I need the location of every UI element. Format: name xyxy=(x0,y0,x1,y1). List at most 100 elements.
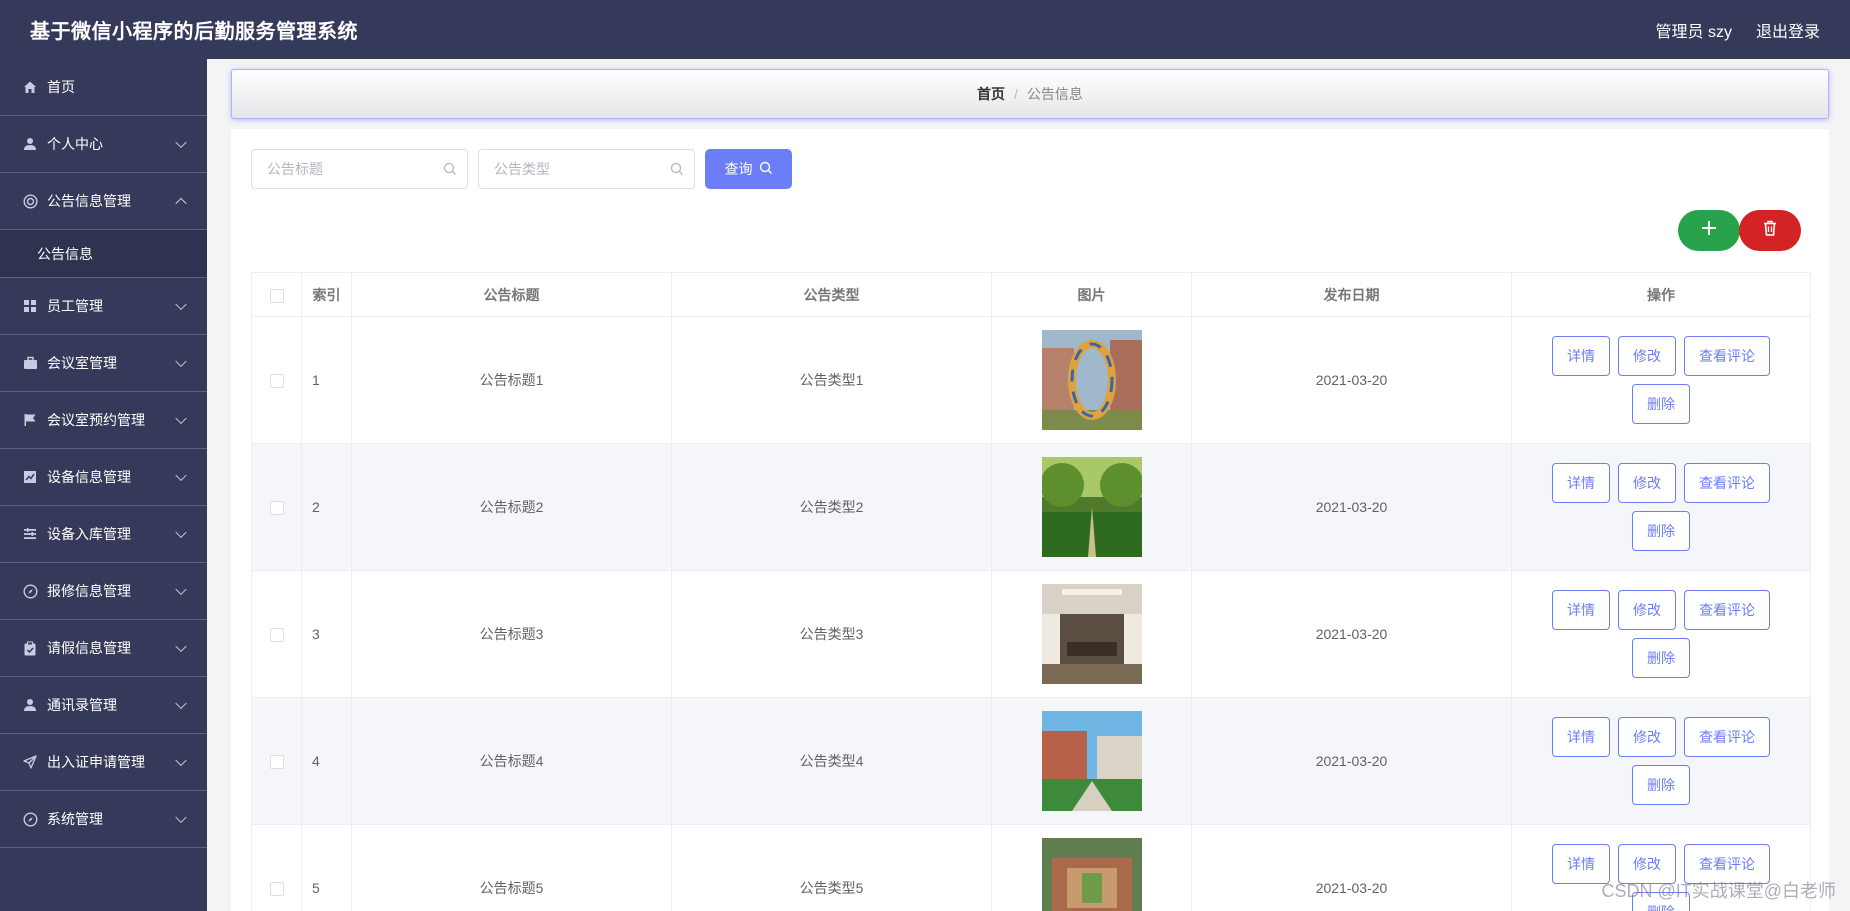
delete-button[interactable]: 删除 xyxy=(1632,511,1690,551)
sidebar-item-staff-management[interactable]: 员工管理 xyxy=(0,278,207,335)
notice-title-input[interactable] xyxy=(252,150,432,188)
sidebar-item-repair-info-management[interactable]: 报修信息管理 xyxy=(0,563,207,620)
sidebar-subitem-notice-info[interactable]: 公告信息 xyxy=(0,230,207,278)
detail-button[interactable]: 详情 xyxy=(1552,463,1610,503)
select-all-checkbox[interactable] xyxy=(269,288,284,303)
edit-button[interactable]: 修改 xyxy=(1618,463,1676,503)
row-type: 公告类型2 xyxy=(671,443,992,571)
column-header-date: 发布日期 xyxy=(1191,272,1512,317)
sidebar-item-meeting-room-management[interactable]: 会议室管理 xyxy=(0,335,207,392)
detail-button[interactable]: 详情 xyxy=(1552,336,1610,376)
search-icon xyxy=(443,162,457,181)
row-index: 4 xyxy=(301,697,352,825)
view-comments-button[interactable]: 查看评论 xyxy=(1684,463,1770,503)
detail-button[interactable]: 详情 xyxy=(1552,717,1610,757)
main-content: 首页 / 公告信息 查询 xyxy=(207,59,1850,911)
select-all-cell xyxy=(251,272,302,317)
sidebar-item-label: 个人中心 xyxy=(47,136,103,152)
content-panel: 查询 索引 公告标题 公告类型 图片 发布日期 操作 xyxy=(231,129,1829,911)
home-icon xyxy=(22,79,38,95)
chevron-down-icon xyxy=(175,298,187,311)
row-checkbox[interactable] xyxy=(269,374,284,389)
sidebar-item-label: 系统管理 xyxy=(47,811,103,827)
notice-image[interactable] xyxy=(1041,711,1142,811)
flag-icon xyxy=(22,412,38,428)
chevron-up-icon xyxy=(175,197,187,210)
row-type: 公告类型5 xyxy=(671,824,992,911)
user-icon xyxy=(22,136,38,152)
edit-button[interactable]: 修改 xyxy=(1618,717,1676,757)
notice-type-search[interactable] xyxy=(478,149,695,189)
row-index: 3 xyxy=(301,570,352,698)
send-icon xyxy=(22,754,38,770)
chevron-down-icon xyxy=(175,469,187,482)
delete-button[interactable]: 删除 xyxy=(1632,765,1690,805)
row-date: 2021-03-20 xyxy=(1191,697,1512,825)
sidebar-item-pass-application-management[interactable]: 出入证申请管理 xyxy=(0,734,207,791)
notice-image[interactable] xyxy=(1041,584,1142,684)
search-icon xyxy=(759,161,773,178)
sidebar-item-label: 会议室管理 xyxy=(47,355,117,371)
chevron-down-icon xyxy=(175,583,187,596)
batch-delete-button[interactable] xyxy=(1739,210,1801,251)
row-checkbox[interactable] xyxy=(269,882,284,897)
sidebar-item-label: 首页 xyxy=(47,79,75,95)
row-title: 公告标题2 xyxy=(351,443,672,571)
sidebar-item-device-info-management[interactable]: 设备信息管理 xyxy=(0,449,207,506)
row-title: 公告标题3 xyxy=(351,570,672,698)
delete-button[interactable]: 删除 xyxy=(1632,384,1690,424)
sidebar-item-home[interactable]: 首页 xyxy=(0,59,207,116)
column-header-type: 公告类型 xyxy=(671,272,992,317)
sidebar-item-label: 通讯录管理 xyxy=(47,697,117,713)
watermark: CSDN @IT实战课堂@白老师 xyxy=(1601,881,1836,901)
sidebar-item-meeting-booking-management[interactable]: 会议室预约管理 xyxy=(0,392,207,449)
briefcase-icon xyxy=(22,355,38,371)
plus-icon xyxy=(1701,220,1717,241)
sidebar-item-leave-info-management[interactable]: 请假信息管理 xyxy=(0,620,207,677)
row-checkbox[interactable] xyxy=(269,501,284,516)
sidebar-item-notice-management[interactable]: 公告信息管理 xyxy=(0,173,207,230)
notice-type-input[interactable] xyxy=(479,150,659,188)
notice-image[interactable] xyxy=(1041,457,1142,557)
trash-icon xyxy=(1763,220,1777,241)
view-comments-button[interactable]: 查看评论 xyxy=(1684,590,1770,630)
row-actions: 详情 修改 查看评论 删除 xyxy=(1512,590,1810,678)
sidebar-item-personal-center[interactable]: 个人中心 xyxy=(0,116,207,173)
top-right-menu: 管理员 szy 退出登录 xyxy=(1656,18,1820,42)
row-checkbox[interactable] xyxy=(269,755,284,770)
row-title: 公告标题4 xyxy=(351,697,672,825)
column-header-index: 索引 xyxy=(301,272,352,317)
sidebar-item-system-management[interactable]: 系统管理 xyxy=(0,791,207,848)
row-index: 1 xyxy=(301,316,352,444)
logout-button[interactable]: 退出登录 xyxy=(1756,18,1820,42)
sidebar-item-device-stock-management[interactable]: 设备入库管理 xyxy=(0,506,207,563)
notice-image[interactable] xyxy=(1041,330,1142,430)
table-header-row: 索引 公告标题 公告类型 图片 发布日期 操作 xyxy=(251,272,1811,317)
row-date: 2021-03-20 xyxy=(1191,570,1512,698)
delete-button[interactable]: 删除 xyxy=(1632,638,1690,678)
column-header-image: 图片 xyxy=(991,272,1192,317)
detail-button[interactable]: 详情 xyxy=(1552,590,1610,630)
list-icon xyxy=(22,526,38,542)
sidebar-item-label: 设备信息管理 xyxy=(47,469,131,485)
breadcrumb-home-link[interactable]: 首页 xyxy=(977,84,1005,104)
chevron-down-icon xyxy=(175,640,187,653)
sidebar-item-contacts-management[interactable]: 通讯录管理 xyxy=(0,677,207,734)
edit-button[interactable]: 修改 xyxy=(1618,336,1676,376)
compass-icon xyxy=(22,583,38,599)
table-row: 3 公告标题3 公告类型3 2021-03-20 详情 修改 查看评论 删除 xyxy=(251,570,1811,698)
notice-title-search[interactable] xyxy=(251,149,468,189)
view-comments-button[interactable]: 查看评论 xyxy=(1684,717,1770,757)
edit-button[interactable]: 修改 xyxy=(1618,590,1676,630)
view-comments-button[interactable]: 查看评论 xyxy=(1684,336,1770,376)
row-index: 2 xyxy=(301,443,352,571)
notice-image[interactable] xyxy=(1041,838,1142,911)
query-button[interactable]: 查询 xyxy=(705,149,792,189)
add-notice-button[interactable] xyxy=(1678,210,1740,251)
row-type: 公告类型3 xyxy=(671,570,992,698)
sidebar-item-label: 出入证申请管理 xyxy=(47,754,145,770)
row-date: 2021-03-20 xyxy=(1191,316,1512,444)
row-checkbox[interactable] xyxy=(269,628,284,643)
row-index: 5 xyxy=(301,824,352,911)
admin-user-label[interactable]: 管理员 szy xyxy=(1656,18,1732,42)
